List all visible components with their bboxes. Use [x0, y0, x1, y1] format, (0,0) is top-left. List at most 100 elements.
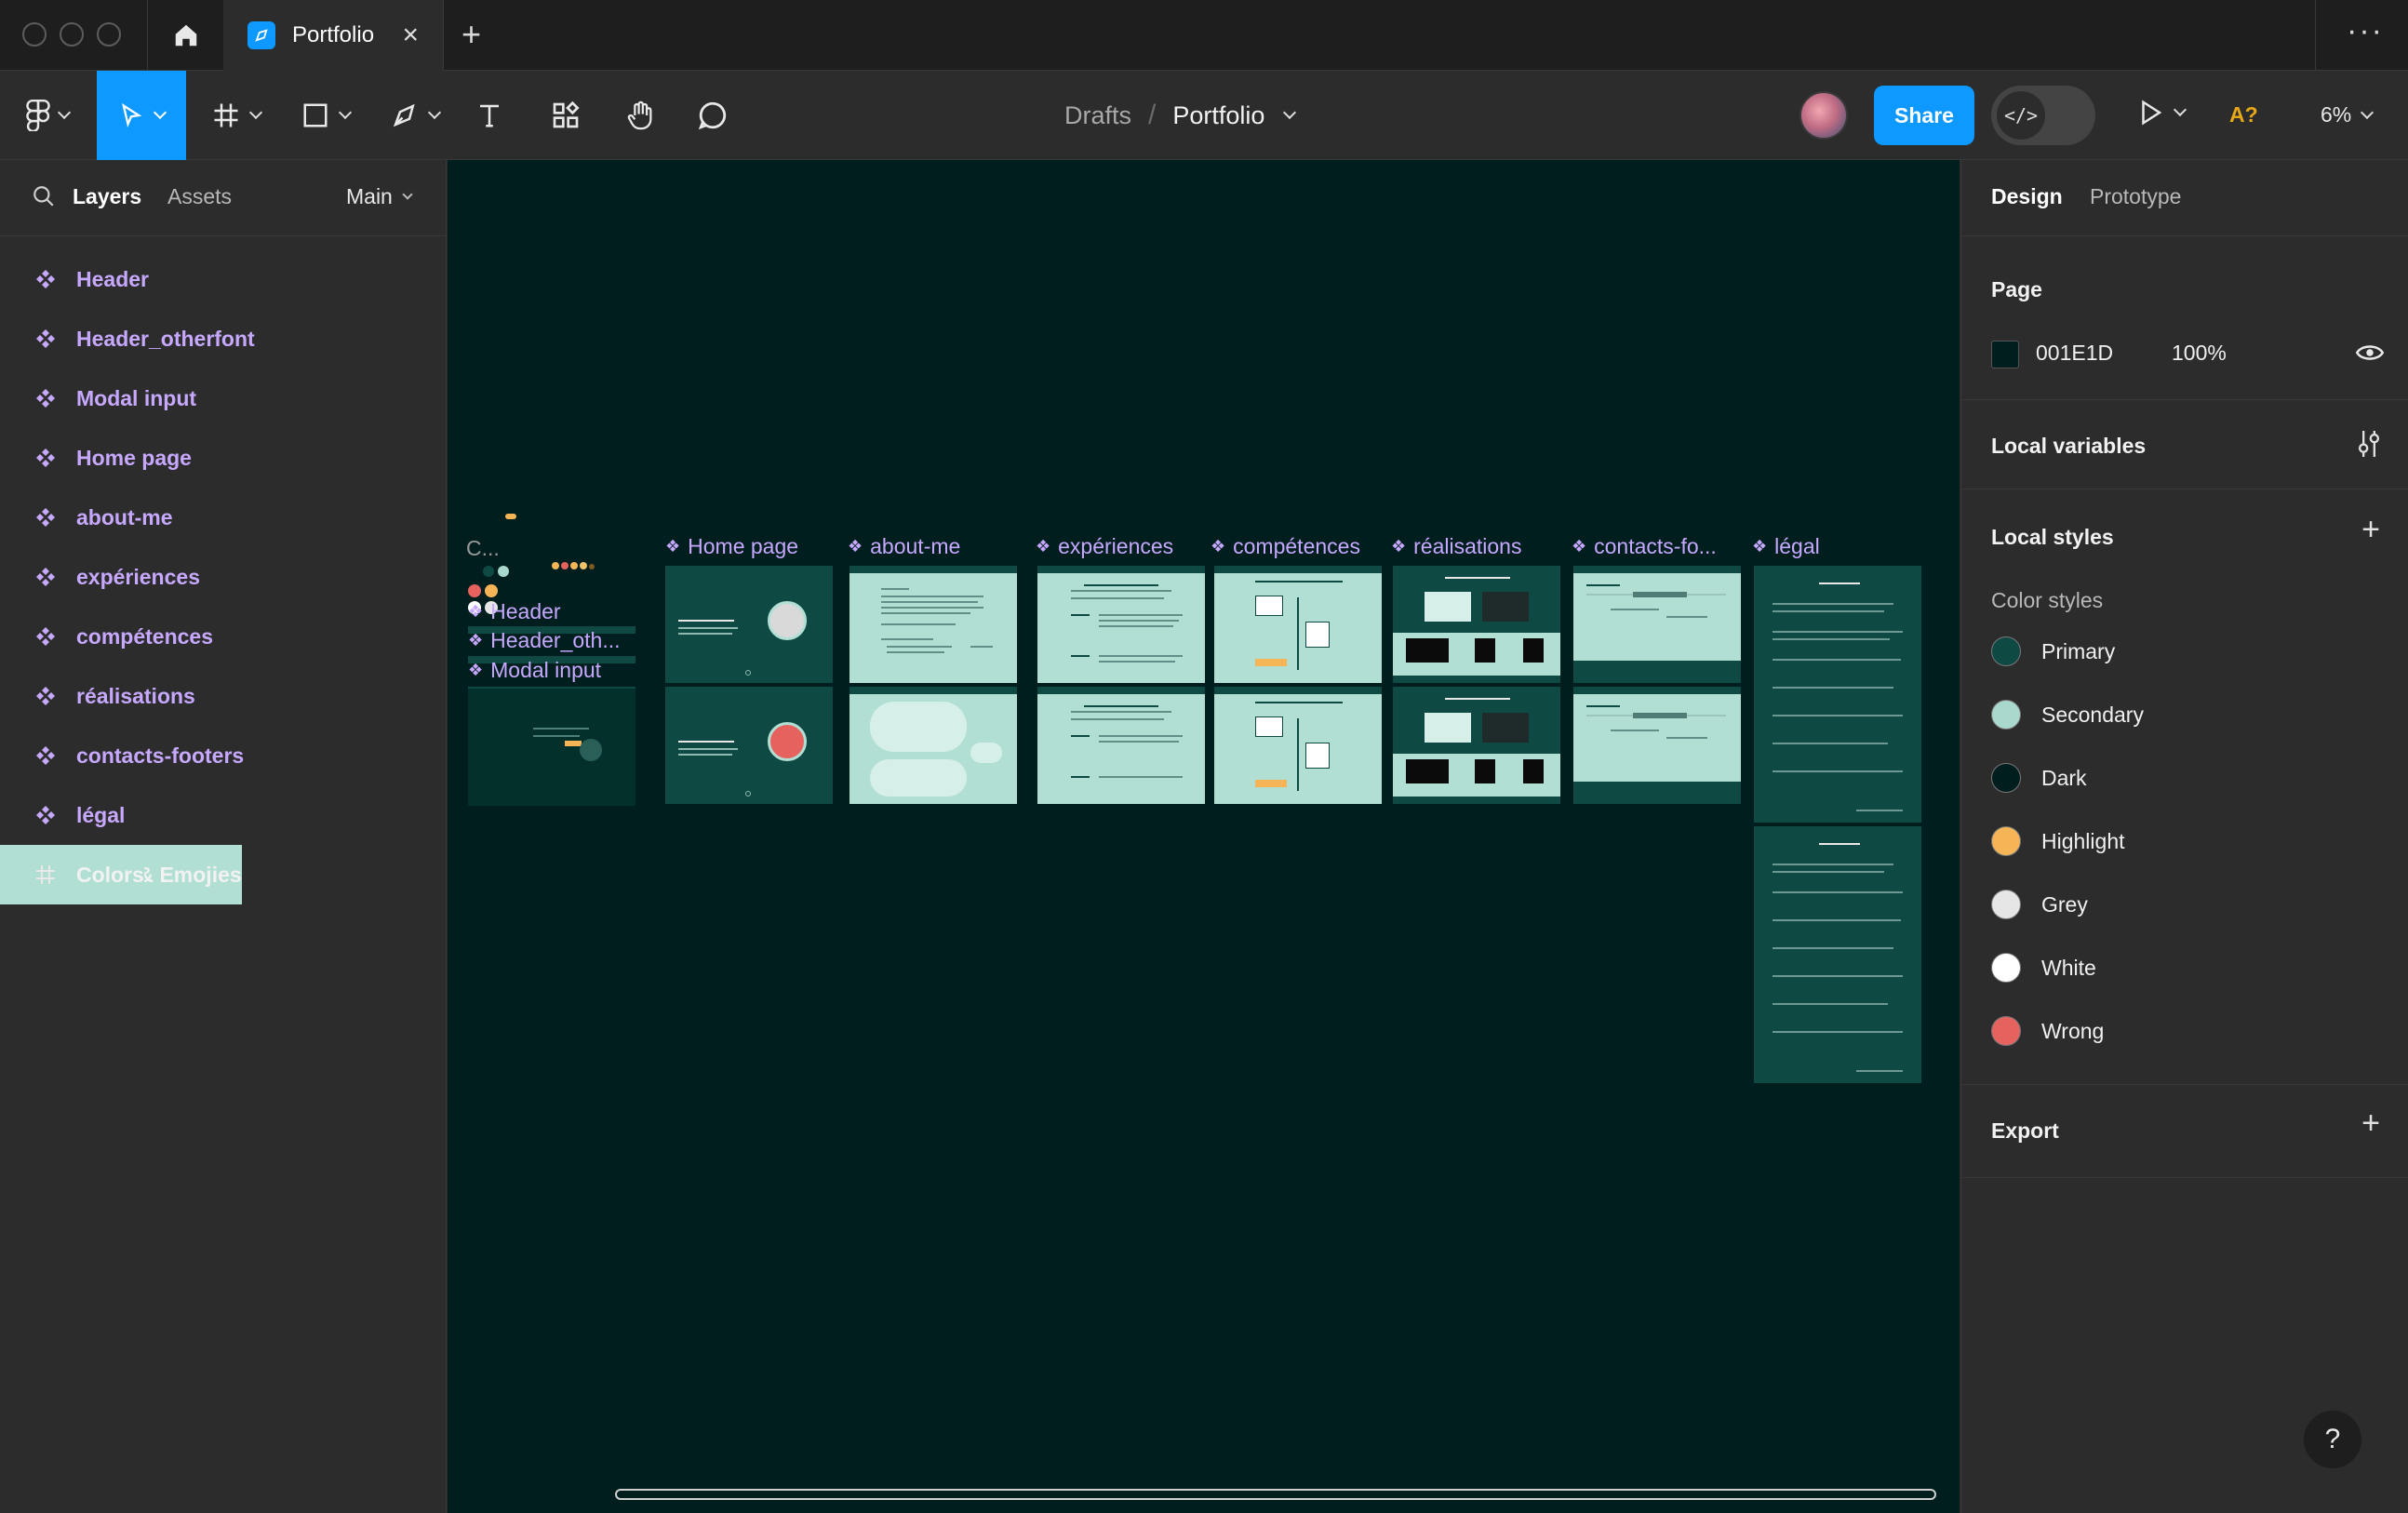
frame-label-header-otherfont[interactable]: ❖ Header_oth...: [468, 628, 621, 653]
layer-item[interactable]: Colors: [0, 845, 144, 904]
ai-assistant-badge[interactable]: A?: [2229, 102, 2258, 127]
help-button[interactable]: ?: [2304, 1411, 2361, 1468]
layer-item[interactable]: légal: [0, 785, 446, 845]
home-page-frame-desktop[interactable]: [665, 566, 833, 683]
comment-tool-button[interactable]: [692, 71, 733, 160]
project-card: [1482, 592, 1529, 622]
frame-label-home-page[interactable]: ❖ Home page: [665, 534, 798, 559]
eye-icon[interactable]: [2356, 341, 2384, 365]
tab-assets[interactable]: Assets: [167, 184, 232, 209]
layer-item[interactable]: Header_otherfont: [0, 309, 446, 368]
layer-item[interactable]: contacts-footers: [0, 726, 446, 785]
about-me-frame-desktop[interactable]: [849, 566, 1017, 683]
page-color-opacity[interactable]: 100%: [2172, 341, 2227, 366]
emoji-icon: [570, 562, 578, 569]
resources-tool-button[interactable]: [547, 71, 584, 160]
competences-frame-variant[interactable]: [1214, 687, 1382, 804]
layer-item[interactable]: expériences: [0, 547, 446, 607]
dev-mode-toggle[interactable]: </>: [1991, 86, 2095, 145]
add-style-icon[interactable]: +: [2361, 512, 2380, 548]
shape-tool-button[interactable]: [290, 71, 361, 160]
layer-item[interactable]: Home page: [0, 428, 446, 488]
competences-frame-desktop[interactable]: [1214, 566, 1382, 683]
frame-label-legal[interactable]: ❖ légal: [1752, 534, 1820, 559]
layer-item[interactable]: Header: [0, 249, 446, 309]
window-close-button[interactable]: [22, 22, 47, 47]
variables-settings-icon[interactable]: [2356, 428, 2382, 460]
color-style-name: Highlight: [2041, 828, 2125, 853]
legal-frame-variant[interactable]: [1754, 826, 1921, 1083]
experiences-frame-variant[interactable]: [1037, 687, 1205, 804]
zoom-dropdown[interactable]: 6%: [2321, 102, 2375, 127]
experiences-frame-desktop[interactable]: [1037, 566, 1205, 683]
layer-item[interactable]: about-me: [0, 488, 446, 547]
icons-emojies-frame[interactable]: [552, 562, 595, 571]
color-style-item[interactable]: Wrong: [1991, 1016, 2104, 1046]
frame-label-contacts-footers[interactable]: ❖ contacts-fo...: [1572, 534, 1717, 559]
horizontal-scrollbar[interactable]: [615, 1489, 1936, 1500]
hand-tool-button[interactable]: [620, 71, 661, 160]
main-menu-button[interactable]: [19, 71, 76, 160]
frame-label-modal-input[interactable]: ❖ Modal input: [468, 658, 601, 683]
component-icon: [33, 684, 58, 708]
breadcrumb-file-name[interactable]: Portfolio: [1172, 101, 1264, 130]
component-icon: [33, 803, 58, 827]
add-export-icon[interactable]: +: [2361, 1105, 2380, 1142]
frame-tool-button[interactable]: [201, 71, 272, 160]
project-card: [1475, 759, 1495, 783]
design-canvas[interactable]: C... ❖ Header ❖ Header_oth... ❖ Modal input…: [448, 160, 1960, 1513]
right-panel-tabs: Design Prototype: [1961, 160, 2408, 236]
frame-label-realisations[interactable]: ❖ réalisations: [1391, 534, 1521, 559]
modal-input-frame[interactable]: [468, 689, 635, 806]
new-tab-button[interactable]: +: [462, 15, 481, 54]
contacts-footers-frame-variant[interactable]: [1573, 687, 1741, 804]
window-minimize-button[interactable]: [60, 22, 84, 47]
local-variables-section[interactable]: Local variables: [1961, 400, 2408, 489]
about-me-frame-variant[interactable]: [849, 687, 1017, 804]
window-maximize-button[interactable]: [97, 22, 121, 47]
export-section: Export +: [1961, 1085, 2408, 1178]
page-selector[interactable]: Main: [346, 184, 413, 209]
search-icon[interactable]: [32, 184, 56, 208]
color-style-item[interactable]: Dark: [1991, 763, 2087, 793]
share-button[interactable]: Share: [1874, 86, 1974, 145]
layer-label: légal: [76, 802, 126, 827]
avatar[interactable]: [1799, 91, 1848, 140]
page-color-hex[interactable]: 001E1D: [2036, 341, 2113, 366]
contacts-footers-frame-desktop[interactable]: [1573, 566, 1741, 683]
frame-label-header[interactable]: ❖ Header: [468, 599, 561, 624]
frame-label-experiences[interactable]: ❖ expériences: [1036, 534, 1173, 559]
tab-layers[interactable]: Layers: [73, 184, 141, 209]
color-style-name: Grey: [2041, 891, 2088, 917]
tab-prototype[interactable]: Prototype: [2090, 184, 2181, 209]
component-icon: ❖: [468, 602, 484, 621]
color-style-item[interactable]: Secondary: [1991, 700, 2144, 730]
pen-tool-button[interactable]: [380, 71, 450, 160]
color-style-item[interactable]: Primary: [1991, 636, 2115, 666]
text-tool-button[interactable]: [471, 71, 508, 160]
color-style-item[interactable]: Grey: [1991, 890, 2088, 919]
file-tab[interactable]: Portfolio ×: [223, 0, 443, 71]
color-style-item[interactable]: White: [1991, 953, 2096, 983]
chevron-down-icon[interactable]: [1283, 105, 1297, 120]
realisations-frame-desktop[interactable]: [1393, 566, 1560, 683]
realisations-frame-variant[interactable]: [1393, 687, 1560, 804]
home-page-frame-variant[interactable]: [665, 687, 833, 804]
frame-label-about-me[interactable]: ❖ about-me: [848, 534, 960, 559]
layer-item[interactable]: Modal input: [0, 368, 446, 428]
close-tab-icon[interactable]: ×: [402, 21, 419, 49]
frame-label-competences[interactable]: ❖ compétences: [1211, 534, 1360, 559]
home-button[interactable]: [149, 0, 223, 71]
legal-frame-desktop[interactable]: [1754, 566, 1921, 823]
layer-item[interactable]: compétences: [0, 607, 446, 666]
color-style-item[interactable]: Highlight: [1991, 826, 2125, 856]
colors-frame[interactable]: [468, 514, 542, 614]
more-options-icon[interactable]: ···: [2347, 13, 2384, 49]
page-color-swatch[interactable]: [1991, 341, 2019, 368]
layer-item[interactable]: réalisations: [0, 666, 446, 726]
present-button[interactable]: [2136, 97, 2187, 128]
breadcrumb-drafts[interactable]: Drafts: [1064, 101, 1131, 130]
page-name: Main: [346, 184, 393, 208]
move-tool-button[interactable]: [97, 71, 186, 160]
tab-design[interactable]: Design: [1991, 184, 2063, 209]
